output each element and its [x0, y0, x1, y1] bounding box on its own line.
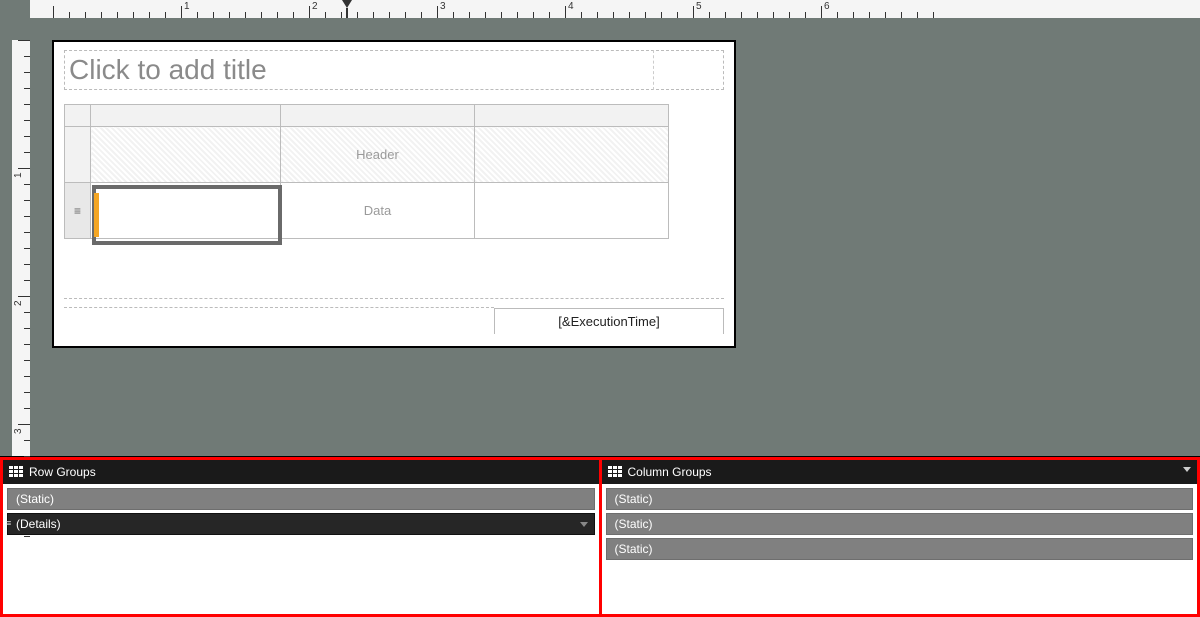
grouping-pane: Row Groups (Static) ≡ (Details) Column Gro…	[0, 457, 1200, 617]
tablix-col-handle-3[interactable]	[475, 105, 669, 127]
tablix-row-handle-data[interactable]: ≡	[65, 183, 91, 239]
grouping-pane-menu-icon[interactable]	[1183, 467, 1191, 472]
column-groups-label: Column Groups	[628, 465, 712, 479]
column-group-item[interactable]: (Static)	[606, 488, 1194, 510]
group-item-label: (Details)	[16, 517, 61, 531]
group-item-label: (Static)	[16, 492, 54, 506]
tablix-corner-handle[interactable]	[65, 105, 91, 127]
tablix[interactable]: Header ≡ Data	[64, 104, 669, 239]
footer-execution-time[interactable]: [&ExecutionTime]	[494, 308, 724, 334]
tablix-col-handles	[65, 105, 669, 127]
column-group-item[interactable]: (Static)	[606, 513, 1194, 535]
tablix-header-row: Header	[65, 127, 669, 183]
body-footer-separator	[64, 298, 724, 299]
design-surface[interactable]: 123456 123 Click to add title	[0, 0, 1200, 457]
chevron-down-icon[interactable]	[580, 522, 588, 527]
report-title-text: Click to add title	[69, 54, 267, 86]
row-groups-label: Row Groups	[29, 465, 96, 479]
vertical-ruler: 123	[12, 40, 30, 456]
group-item-label: (Static)	[615, 542, 653, 556]
column-group-item[interactable]: (Static)	[606, 538, 1194, 560]
report-title-placeholder[interactable]: Click to add title	[64, 50, 654, 90]
tablix-col-handle-1[interactable]	[91, 105, 281, 127]
tablix-col-handle-2[interactable]	[281, 105, 475, 127]
report-designer: 123456 123 Click to add title	[0, 0, 1200, 617]
tablix-data-row: ≡ Data	[65, 183, 669, 239]
report-title-right-cell[interactable]	[656, 50, 724, 90]
group-item-label: (Static)	[615, 517, 653, 531]
footer-separator	[64, 307, 494, 308]
row-group-item[interactable]: ≡ (Details)	[7, 513, 595, 535]
row-groups-pane: Row Groups (Static) ≡ (Details)	[3, 460, 602, 614]
column-groups-pane: Column Groups (Static) (Static) (Static)	[602, 460, 1198, 614]
report-page[interactable]: Click to add title Header ≡	[52, 40, 736, 348]
row-groups-header[interactable]: Row Groups	[3, 460, 599, 484]
tablix-row-handle-header[interactable]	[65, 127, 91, 183]
row-group-item[interactable]: (Static)	[7, 488, 595, 510]
group-item-label: (Static)	[615, 492, 653, 506]
horizontal-ruler: 123456	[30, 0, 1200, 18]
ruler-caret-icon[interactable]	[342, 0, 352, 18]
tablix-data-cell-3[interactable]	[475, 183, 669, 239]
tablix-data-cell-2[interactable]: Data	[281, 183, 475, 239]
row-groups-list: (Static) ≡ (Details)	[3, 484, 599, 614]
tablix-header-cell-1[interactable]	[91, 127, 281, 183]
tablix-header-cell-2[interactable]: Header	[281, 127, 475, 183]
table-icon	[9, 466, 23, 478]
details-row-icon: ≡	[74, 204, 81, 218]
footer-execution-time-text: [&ExecutionTime]	[558, 314, 659, 329]
table-icon	[608, 466, 622, 478]
drag-handle-icon[interactable]: ≡	[6, 518, 11, 528]
tablix-data-cell-1[interactable]	[91, 183, 281, 239]
column-groups-list: (Static) (Static) (Static)	[602, 484, 1198, 614]
column-groups-header[interactable]: Column Groups	[602, 460, 1198, 484]
tablix-header-cell-3[interactable]	[475, 127, 669, 183]
